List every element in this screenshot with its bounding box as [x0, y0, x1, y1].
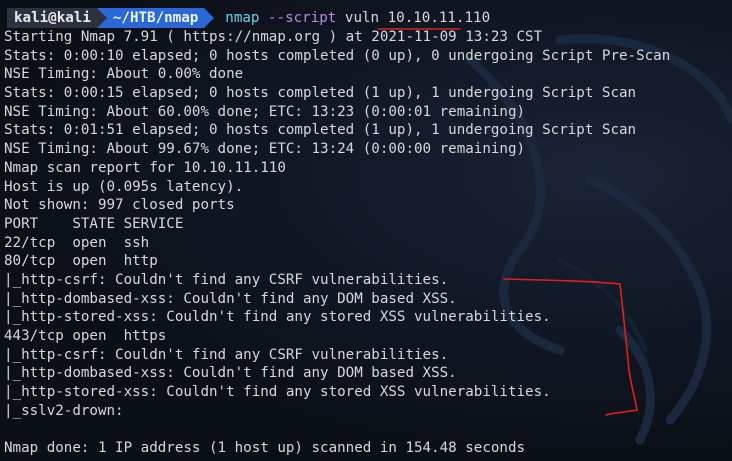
prompt-end-icon [204, 8, 215, 28]
output-line: Stats: 0:00:10 elapsed; 0 hosts complete… [4, 47, 671, 64]
output-line: |_http-csrf: Couldn't find any CSRF vuln… [4, 346, 449, 363]
shell-prompt[interactable]: kali@kali ~/HTB/nmap nmap --script vuln … [4, 8, 670, 28]
output-line: |_http-stored-xss: Couldn't find any sto… [4, 309, 551, 326]
command-name: nmap [225, 10, 260, 26]
output-line: |_http-dombased-xss: Couldn't find any D… [4, 365, 457, 382]
command-args: vuln 10.10.11.110 [336, 10, 491, 26]
output-line: 22/tcp open ssh [4, 234, 150, 251]
output-line: Starting Nmap 7.91 ( https://nmap.org ) … [4, 29, 543, 45]
prompt-user: kali@kali [7, 8, 97, 28]
output-line: Host is up (0.095s latency). [4, 178, 244, 195]
output-line: 443/tcp open https [4, 328, 167, 344]
output-line: |_http-stored-xss: Couldn't find any sto… [4, 384, 551, 401]
output-line: Not shown: 997 closed ports [4, 197, 235, 214]
terminal-window[interactable]: kali@kali ~/HTB/nmap nmap --script vuln … [0, 0, 732, 461]
output-line: |_sslv2-drown: [4, 402, 124, 419]
output-line: Nmap scan report for 10.10.11.110 [4, 159, 286, 176]
output-line: Stats: 0:01:51 elapsed; 0 hosts complete… [4, 122, 637, 139]
output-line: 80/tcp open http [4, 253, 158, 270]
output-line: NSE Timing: About 0.00% done [4, 66, 244, 83]
output-line: NSE Timing: About 99.67% done; ETC: 13:2… [4, 141, 526, 158]
output-line: |_http-csrf: Couldn't find any CSRF vuln… [4, 271, 449, 288]
output-line: NSE Timing: About 60.00% done; ETC: 13:2… [4, 103, 526, 120]
command-flag: --script [259, 10, 336, 26]
command-flag-text: --script [268, 10, 337, 26]
prompt-separator-icon [96, 8, 107, 28]
output-line: Stats: 0:00:15 elapsed; 0 hosts complete… [4, 85, 637, 102]
terminal-output: kali@kali ~/HTB/nmap nmap --script vuln … [4, 8, 670, 458]
prompt-path: ~/HTB/nmap [106, 8, 205, 28]
output-line: Nmap done: 1 IP address (1 host up) scan… [4, 440, 526, 457]
output-line: PORT STATE SERVICE [4, 215, 184, 232]
output-line: |_http-dombased-xss: Couldn't find any D… [4, 290, 457, 307]
